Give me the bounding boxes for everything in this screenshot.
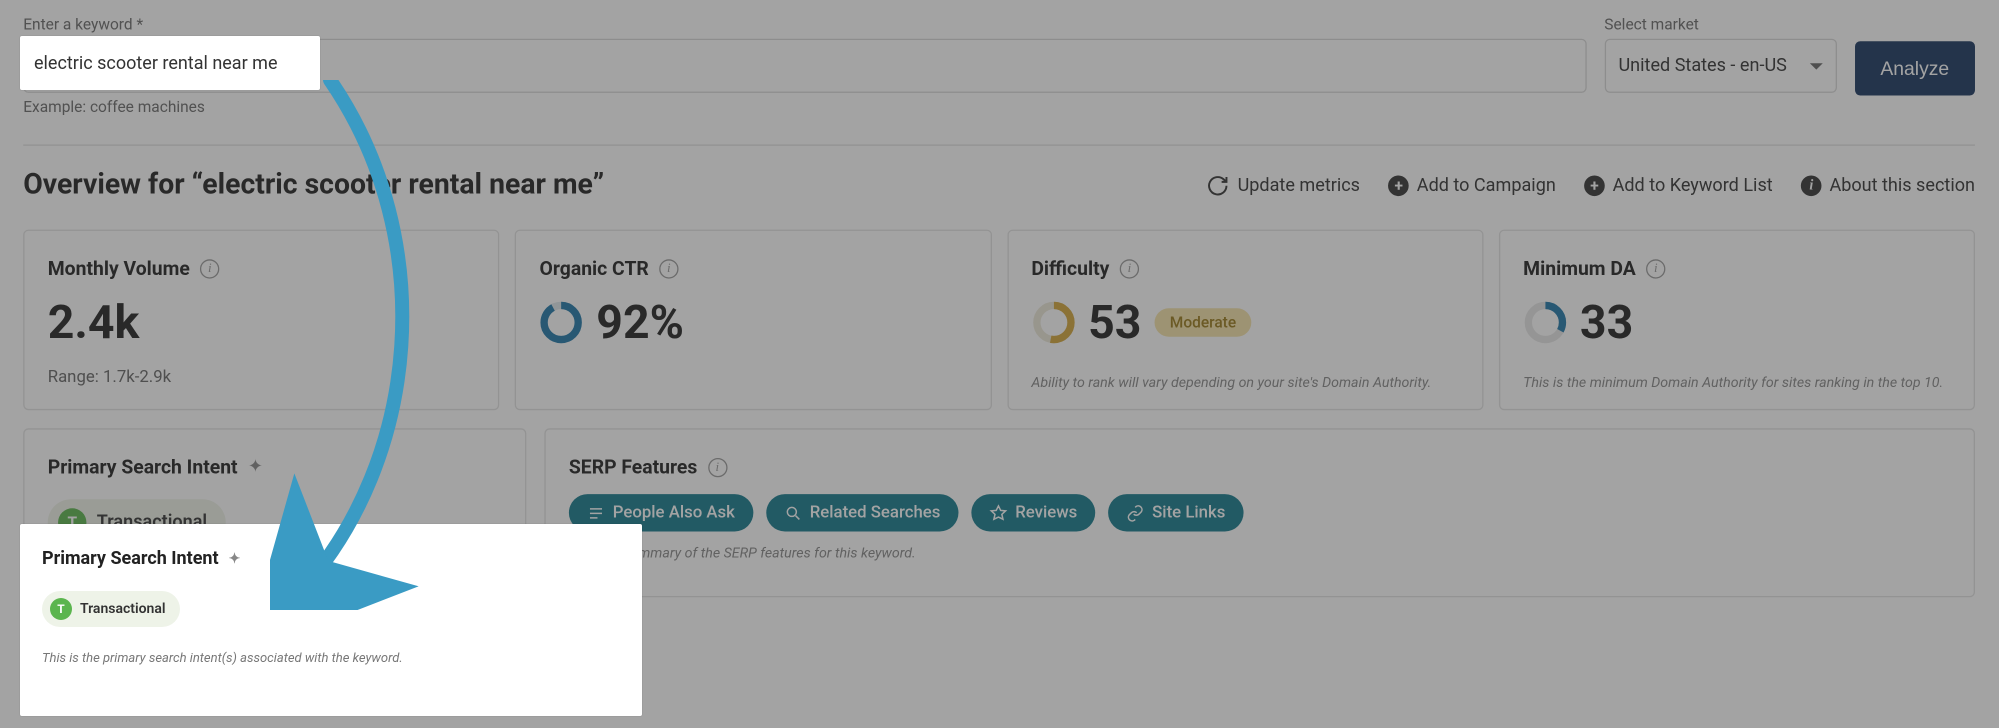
plus-circle-icon: + [1388, 175, 1409, 196]
monthly-volume-card: Monthly Volume i 2.4k Range: 1.7k-2.9k [23, 230, 499, 411]
intent-pill: T Transactional [42, 591, 180, 627]
difficulty-value: 53 [1088, 295, 1141, 349]
minimum-da-card: Minimum DA i 33 This is the minimum Doma… [1499, 230, 1975, 411]
volume-range: Range: 1.7k-2.9k [48, 368, 475, 387]
refresh-icon [1207, 174, 1230, 197]
update-metrics-link[interactable]: Update metrics [1207, 174, 1360, 197]
min-da-donut-icon [1523, 301, 1567, 345]
sparkle-icon: ✦ [229, 551, 241, 567]
difficulty-note: Ability to rank will vary depending on y… [1031, 361, 1458, 391]
keyword-hint: Example: coffee machines [23, 98, 1586, 116]
difficulty-badge: Moderate [1154, 308, 1251, 336]
list-icon [587, 504, 605, 522]
highlight-keyword: electric scooter rental near me [20, 36, 320, 90]
card-title: Monthly Volume [48, 257, 190, 280]
plus-circle-icon: + [1584, 175, 1605, 196]
intent-note: This is the primary search intent(s) ass… [42, 651, 620, 666]
serp-pill-site-links[interactable]: Site Links [1108, 494, 1243, 531]
min-da-value: 33 [1580, 295, 1633, 349]
info-icon[interactable]: i [659, 259, 678, 278]
serp-features-card: SERP Features i People Also Ask Related … [544, 428, 1975, 597]
intent-title: Primary Search Intent [48, 455, 238, 478]
info-icon: i [1801, 175, 1822, 196]
card-title: Organic CTR [540, 257, 649, 280]
ctr-donut-icon [540, 301, 584, 345]
divider [23, 144, 1975, 145]
volume-value: 2.4k [48, 295, 475, 349]
ctr-value: 92% [596, 295, 684, 349]
keyword-label: Enter a keyword * [23, 15, 1586, 33]
info-icon[interactable]: i [200, 259, 219, 278]
market-value: United States - en-US [1618, 55, 1786, 76]
search-icon [784, 504, 802, 522]
about-section-link[interactable]: i About this section [1801, 175, 1975, 196]
info-icon[interactable]: i [1646, 259, 1665, 278]
star-icon [989, 504, 1007, 522]
serp-pill-reviews[interactable]: Reviews [971, 494, 1095, 531]
intent-letter-icon: T [50, 598, 72, 620]
serp-note: This is a summary of the SERP features f… [569, 531, 1951, 561]
card-title: Minimum DA [1523, 257, 1636, 280]
serp-pill-related-searches[interactable]: Related Searches [766, 494, 959, 531]
organic-ctr-card: Organic CTR i 92% [515, 230, 991, 411]
serp-title: SERP Features [569, 455, 697, 478]
chevron-down-icon [1809, 63, 1822, 69]
difficulty-donut-icon [1031, 301, 1075, 345]
intent-label: Transactional [80, 601, 166, 617]
overview-title: Overview for “electric scooter rental ne… [23, 169, 604, 201]
card-title: Difficulty [1031, 257, 1109, 280]
analyze-button[interactable]: Analyze [1855, 41, 1975, 95]
market-select[interactable]: United States - en-US [1604, 39, 1836, 93]
add-to-keyword-list-link[interactable]: + Add to Keyword List [1584, 175, 1772, 196]
highlight-intent-card: Primary Search Intent ✦ T Transactional … [20, 524, 642, 716]
add-to-campaign-link[interactable]: + Add to Campaign [1388, 175, 1555, 196]
market-label: Select market [1604, 15, 1836, 33]
info-icon[interactable]: i [708, 457, 727, 476]
difficulty-card: Difficulty i 53 Moderate Ability to rank… [1007, 230, 1483, 411]
sparkle-icon: ✦ [248, 457, 263, 478]
min-da-note: This is the minimum Domain Authority for… [1523, 361, 1950, 391]
info-icon[interactable]: i [1120, 259, 1139, 278]
link-icon [1126, 504, 1144, 522]
